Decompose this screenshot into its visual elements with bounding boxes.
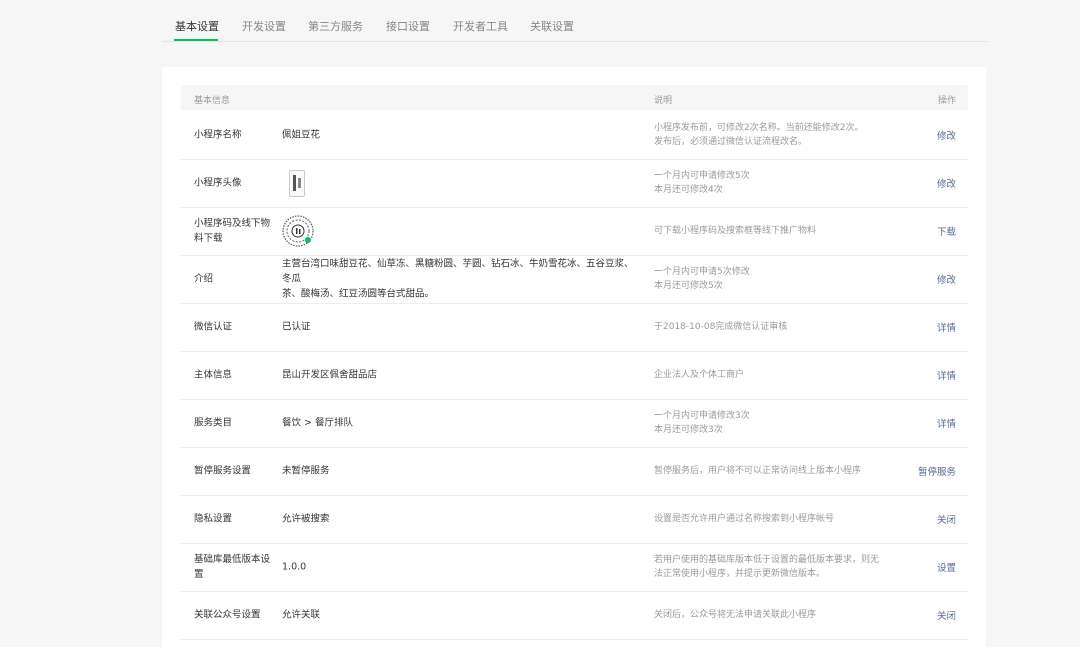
description-line: 小程序发布前，可修改2次名称。当前还能修改2次。	[654, 123, 864, 133]
table-row: 基础库最低版本设 置 1.0.0 若用户使用的基础库版本低于设置的最低版本要求，…	[181, 543, 968, 592]
table-row: 隐私设置 允许被搜索 设置是否允许用户通过名称搜索到小程序帐号 关闭	[181, 495, 968, 544]
table-row: 小程序头像 一个月内可申请修改5次 本月还可修改4次 修改	[181, 159, 968, 208]
row-value: 允许被搜索	[282, 513, 330, 525]
row-value: 1.0.0	[282, 561, 307, 573]
table-row: 小程序名称 佩姐豆花 小程序发布前，可修改2次名称。当前还能修改2次。 发布后，…	[181, 111, 968, 160]
row-description: 于2018-10-08完成微信认证审核	[654, 322, 788, 332]
value-line: 主营台湾口味甜豆花、仙草冻、黑糖粉圆、芋圆、钻石冰、牛奶雪花冰、五谷豆浆、冬瓜	[282, 258, 634, 285]
tab-link-settings[interactable]: 关联设置	[530, 18, 574, 40]
avatar	[289, 170, 305, 197]
row-description: 可下载小程序码及搜索框等线下推广物料	[654, 226, 817, 236]
entity-details-button[interactable]: 详情	[937, 368, 956, 382]
label-line: 置	[194, 569, 204, 580]
table-row: 服务类目 餐饮 > 餐厅排队 一个月内可申请修改3次 本月还可修改3次 详情	[181, 399, 968, 448]
description-line: 本月还可修改5次	[654, 281, 723, 291]
header-description: 说明	[654, 96, 673, 106]
description-line: 本月还可修改4次	[654, 185, 723, 195]
pause-service-button[interactable]: 暂停服务	[918, 464, 956, 478]
description-line: 一个月内可申请5次修改	[654, 267, 750, 277]
qr-code-icon	[282, 215, 314, 247]
table-row: 关联公众号设置 允许关联 关闭后，公众号将无法申请关联此小程序 关闭	[181, 591, 968, 640]
label-line: 基础库最低版本设	[194, 554, 271, 565]
row-label: 小程序头像	[194, 177, 242, 189]
tab-dev-settings[interactable]: 开发设置	[242, 18, 286, 40]
row-description: 一个月内可申请5次修改 本月还可修改5次	[654, 265, 894, 293]
privacy-close-button[interactable]: 关闭	[937, 512, 956, 526]
tab-api-settings[interactable]: 接口设置	[386, 18, 430, 40]
tab-third-party[interactable]: 第三方服务	[308, 18, 363, 40]
row-value: 昆山开发区佩舍甜品店	[282, 369, 378, 381]
row-description: 若用户使用的基础库版本低于设置的最低版本要求，则无 法正常使用小程序，并提示更新…	[654, 553, 894, 581]
table-row: 小程序码及线下物 料下载 可下载小程序码及搜索框等线下推广物料 下载	[181, 207, 968, 256]
table-row: 介绍 主营台湾口味甜豆花、仙草冻、黑糖粉圆、芋圆、钻石冰、牛奶雪花冰、五谷豆浆、…	[181, 255, 968, 304]
row-value: 餐饮 > 餐厅排队	[282, 417, 353, 429]
description-line: 法正常使用小程序，并提示更新微信版本。	[654, 569, 826, 579]
edit-avatar-button[interactable]: 修改	[937, 176, 956, 190]
download-button[interactable]: 下载	[937, 224, 956, 238]
row-label: 小程序名称	[194, 129, 242, 141]
official-account-close-button[interactable]: 关闭	[937, 608, 956, 622]
row-label: 关联公众号设置	[194, 609, 261, 621]
row-label: 基础库最低版本设 置	[194, 552, 274, 582]
value-line: 茶、酸梅汤、红豆汤圆等台式甜品。	[282, 288, 435, 300]
table-row: 暂停服务设置 未暂停服务 暂停服务后，用户将不可以正常访问线上版本小程序 暂停服…	[181, 447, 968, 496]
certification-details-button[interactable]: 详情	[937, 320, 956, 334]
label-line: 料下载	[194, 233, 223, 244]
description-line: 一个月内可申请修改5次	[654, 171, 750, 181]
description-line: 若用户使用的基础库版本低于设置的最低版本要求，则无	[654, 555, 880, 565]
row-label: 主体信息	[194, 369, 233, 381]
row-description: 小程序发布前，可修改2次名称。当前还能修改2次。 发布后，必须通过微信认证流程改…	[654, 121, 894, 149]
row-value: 未暂停服务	[282, 465, 330, 477]
row-description: 一个月内可申请修改3次 本月还可修改3次	[654, 409, 894, 437]
row-description: 一个月内可申请修改5次 本月还可修改4次	[654, 169, 894, 197]
table-header: 基本信息 说明 操作	[181, 85, 968, 110]
edit-name-button[interactable]: 修改	[937, 128, 956, 142]
description-line: 发布后，必须通过微信认证流程改名。	[654, 137, 808, 147]
row-description: 暂停服务后，用户将不可以正常访问线上版本小程序	[654, 466, 862, 476]
description-line: 一个月内可申请修改3次	[654, 411, 750, 421]
row-label: 小程序码及线下物 料下载	[194, 216, 274, 246]
table-row: 主体信息 昆山开发区佩舍甜品店 企业法人及个体工商户 详情	[181, 351, 968, 400]
row-label: 介绍	[194, 273, 214, 285]
row-description: 设置是否允许用户通过名称搜索到小程序帐号	[654, 514, 835, 524]
description-line: 本月还可修改3次	[654, 425, 723, 435]
row-label: 服务类目	[194, 417, 233, 429]
set-version-button[interactable]: 设置	[937, 560, 956, 574]
table-row: 微信认证 已认证 于2018-10-08完成微信认证审核 详情	[181, 303, 968, 352]
row-value: 已认证	[282, 321, 311, 333]
row-label: 微信认证	[194, 321, 233, 333]
edit-intro-button[interactable]: 修改	[937, 272, 956, 286]
row-label: 暂停服务设置	[194, 465, 252, 477]
row-label: 隐私设置	[194, 513, 233, 525]
category-details-button[interactable]: 详情	[937, 416, 956, 430]
tab-bar: 基本设置 开发设置 第三方服务 接口设置 开发者工具 关联设置	[162, 0, 988, 42]
row-value: 主营台湾口味甜豆花、仙草冻、黑糖粉圆、芋圆、钻石冰、牛奶雪花冰、五谷豆浆、冬瓜 …	[282, 257, 642, 302]
row-value: 佩姐豆花	[282, 129, 321, 141]
header-basic-info: 基本信息	[194, 96, 231, 106]
label-line: 小程序码及线下物	[194, 218, 271, 229]
row-description: 企业法人及个体工商户	[654, 370, 745, 380]
tab-dev-tools[interactable]: 开发者工具	[453, 18, 508, 40]
tab-basic-settings[interactable]: 基本设置	[174, 18, 219, 41]
row-value: 允许关联	[282, 609, 321, 621]
row-description: 关闭后，公众号将无法申请关联此小程序	[654, 610, 817, 620]
settings-panel: 基本信息 说明 操作 小程序名称 佩姐豆花 小程序发布前，可修改2次名称。当前还…	[162, 67, 986, 647]
header-action: 操作	[937, 96, 956, 106]
